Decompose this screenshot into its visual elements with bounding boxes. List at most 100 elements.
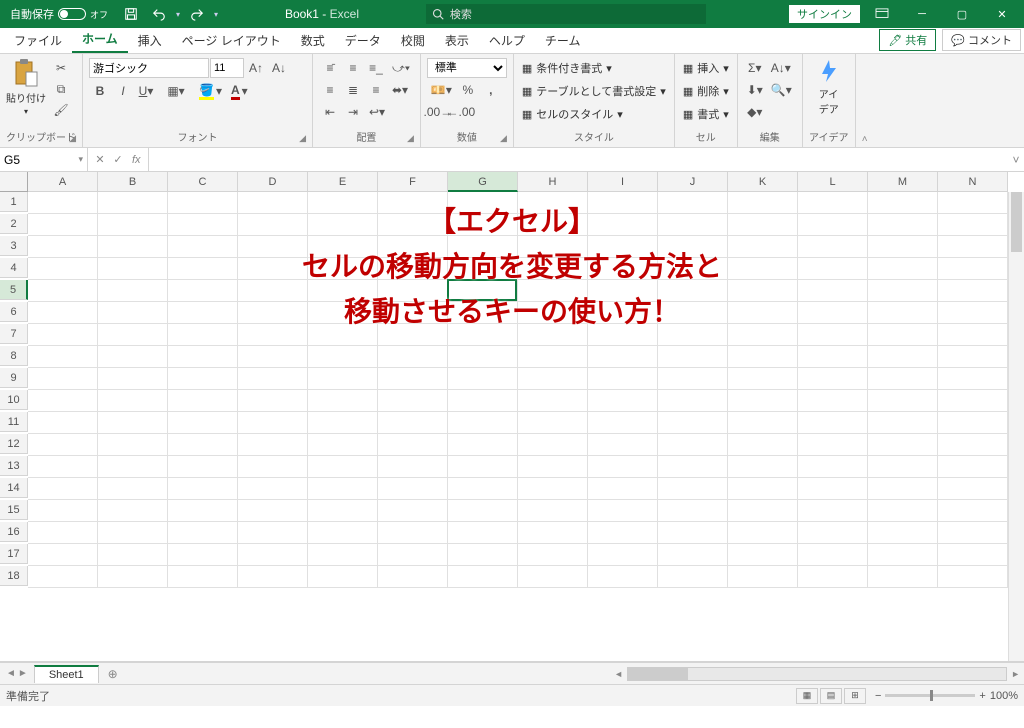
cell[interactable] (238, 478, 308, 500)
cell[interactable] (238, 456, 308, 478)
cell[interactable] (238, 302, 308, 324)
border-icon[interactable]: ▦▾ (165, 81, 187, 101)
cell[interactable] (868, 258, 938, 280)
cell[interactable] (378, 346, 448, 368)
cell[interactable] (868, 412, 938, 434)
autosave-toggle[interactable]: 自動保存 オフ (4, 6, 114, 22)
cell[interactable] (168, 456, 238, 478)
font-color-icon[interactable]: A▾ (227, 81, 252, 101)
cell[interactable] (98, 478, 168, 500)
cell[interactable] (868, 280, 938, 302)
cell[interactable] (308, 192, 378, 214)
cell[interactable] (658, 544, 728, 566)
cell[interactable] (378, 324, 448, 346)
vertical-scrollbar[interactable] (1008, 192, 1024, 661)
cell[interactable] (98, 500, 168, 522)
cell[interactable] (28, 544, 98, 566)
column-header[interactable]: D (238, 172, 308, 192)
cell[interactable] (308, 390, 378, 412)
cell[interactable] (518, 522, 588, 544)
cell[interactable] (168, 500, 238, 522)
cell[interactable] (378, 412, 448, 434)
cell[interactable] (588, 192, 658, 214)
cell[interactable] (938, 214, 1008, 236)
wrap-text-icon[interactable]: ↩▾ (365, 102, 389, 122)
horizontal-scrollbar[interactable]: ◄► (123, 667, 1024, 681)
cell[interactable] (308, 500, 378, 522)
cell[interactable] (518, 192, 588, 214)
cell[interactable] (798, 346, 868, 368)
cell[interactable] (868, 302, 938, 324)
cell[interactable] (378, 192, 448, 214)
cell[interactable] (448, 478, 518, 500)
cell[interactable] (238, 412, 308, 434)
cell[interactable] (448, 346, 518, 368)
cell[interactable] (588, 236, 658, 258)
cell[interactable] (98, 368, 168, 390)
cell[interactable] (308, 324, 378, 346)
cell[interactable] (168, 192, 238, 214)
cell[interactable] (518, 236, 588, 258)
cell[interactable] (448, 368, 518, 390)
cell[interactable] (868, 478, 938, 500)
row-header[interactable]: 12 (0, 434, 28, 454)
font-name-input[interactable] (89, 58, 209, 78)
expand-formula-bar-icon[interactable]: ˅ (1008, 153, 1024, 167)
cell[interactable] (448, 456, 518, 478)
cell[interactable] (28, 434, 98, 456)
insert-cells-button[interactable]: ▦ 挿入 ▾ (681, 58, 731, 78)
cell[interactable] (798, 214, 868, 236)
cell[interactable] (728, 368, 798, 390)
cell[interactable] (938, 500, 1008, 522)
cell[interactable] (798, 566, 868, 588)
cell[interactable] (308, 566, 378, 588)
minimize-icon[interactable]: ─ (904, 0, 940, 28)
cell[interactable] (28, 566, 98, 588)
cell[interactable] (938, 324, 1008, 346)
cell[interactable] (728, 324, 798, 346)
cell[interactable] (798, 192, 868, 214)
cell[interactable] (378, 500, 448, 522)
save-icon[interactable] (120, 3, 142, 25)
underline-icon[interactable]: U▾ (135, 81, 157, 101)
align-center-icon[interactable]: ≣ (342, 80, 364, 100)
cell[interactable] (518, 368, 588, 390)
search-box[interactable]: 検索 (426, 4, 706, 24)
cut-icon[interactable]: ✂ (50, 58, 72, 78)
cell[interactable] (518, 302, 588, 324)
cell[interactable] (308, 368, 378, 390)
cell[interactable] (378, 280, 448, 302)
worksheet-grid[interactable]: ABCDEFGHIJKLMN12345678910111213141516171… (0, 172, 1024, 662)
cell[interactable] (378, 214, 448, 236)
cell[interactable] (798, 434, 868, 456)
merge-icon[interactable]: ⬌▾ (388, 80, 412, 100)
cell[interactable] (168, 390, 238, 412)
cell[interactable] (798, 412, 868, 434)
cell[interactable] (938, 478, 1008, 500)
conditional-formatting-button[interactable]: ▦ 条件付き書式 ▾ (520, 58, 614, 78)
cell[interactable] (308, 214, 378, 236)
clear-icon[interactable]: ◆▾ (744, 102, 766, 122)
fill-icon[interactable]: ⬇▾ (744, 80, 766, 100)
cell[interactable] (28, 346, 98, 368)
cell[interactable] (658, 280, 728, 302)
select-all-corner[interactable] (0, 172, 28, 192)
cell-styles-button[interactable]: ▦ セルのスタイル ▾ (520, 104, 625, 124)
cell[interactable] (938, 368, 1008, 390)
cell[interactable] (98, 390, 168, 412)
cell[interactable] (588, 500, 658, 522)
row-header[interactable]: 6 (0, 302, 28, 322)
currency-icon[interactable]: 💴▾ (427, 80, 456, 100)
column-header[interactable]: M (868, 172, 938, 192)
cell[interactable] (448, 390, 518, 412)
cell[interactable] (728, 346, 798, 368)
cell[interactable] (28, 258, 98, 280)
cell[interactable] (658, 346, 728, 368)
add-sheet-icon[interactable]: ⊕ (103, 667, 123, 681)
cell[interactable] (98, 236, 168, 258)
cell[interactable] (938, 522, 1008, 544)
cell[interactable] (728, 544, 798, 566)
cell[interactable] (238, 324, 308, 346)
cell[interactable] (588, 280, 658, 302)
cell[interactable] (588, 522, 658, 544)
